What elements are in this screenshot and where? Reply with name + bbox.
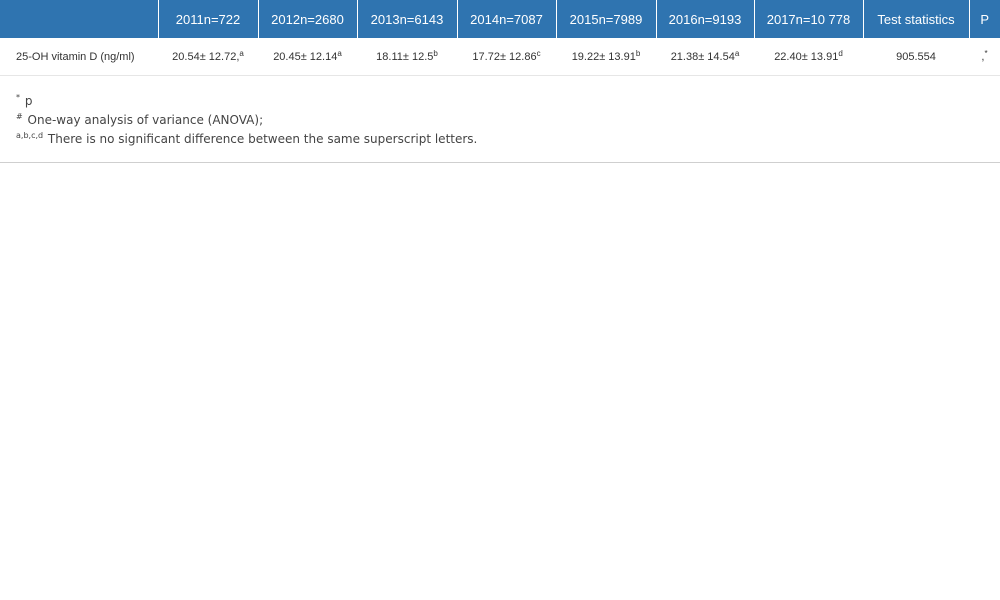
- cell-2012: 20.45± 12.14a: [258, 38, 357, 76]
- cell-2014: 17.72± 12.86c: [457, 38, 556, 76]
- cell-superscript: b: [433, 48, 438, 58]
- footnote-mark: a,b,c,d: [16, 131, 44, 140]
- footnote-text: There is no significant difference betwe…: [47, 132, 478, 146]
- footnote-mark: *: [16, 93, 20, 102]
- header-2011: 2011n=722: [158, 0, 259, 38]
- header-2012: 2012n=2680: [258, 0, 358, 38]
- header-2016: 2016n=9193: [656, 0, 755, 38]
- cell-superscript: a: [239, 48, 244, 58]
- cell-value: 18.11± 12.5: [376, 50, 434, 63]
- cell-value: 21.38± 14.54: [670, 50, 735, 63]
- cell-2013: 18.11± 12.5b: [357, 38, 457, 76]
- cell-superscript: a: [734, 48, 740, 58]
- cell-value: 19.22± 13.91: [571, 50, 636, 63]
- cell-superscript: d: [838, 48, 843, 58]
- footnote-anova: # One-way analysis of variance (ANOVA);: [16, 111, 1000, 130]
- cell-p: ,*: [969, 38, 1000, 76]
- table-footnotes: * p # One-way analysis of variance (ANOV…: [0, 76, 1000, 163]
- cell-value: 17.72± 12.86: [472, 50, 537, 63]
- cell-superscript: b: [635, 48, 641, 58]
- data-table: 2011n=722 2012n=2680 2013n=6143 2014n=70…: [0, 0, 1000, 76]
- cell-superscript: c: [536, 48, 541, 58]
- header-2013: 2013n=6143: [357, 0, 458, 38]
- header-row: 2011n=722 2012n=2680 2013n=6143 2014n=70…: [0, 0, 1000, 38]
- footnote-text: One-way analysis of variance (ANOVA);: [27, 113, 264, 127]
- header-2017: 2017n=10 778: [754, 0, 864, 38]
- cell-value: 22.40± 13.91: [774, 50, 839, 63]
- table-row: 25-OH vitamin D (ng/ml) 20.54± 12.72,a 2…: [0, 38, 1000, 76]
- cell-value: 20.54± 12.72,: [172, 50, 240, 63]
- footnote-text: p: [24, 94, 33, 108]
- cell-2011: 20.54± 12.72,a: [158, 38, 258, 76]
- footnote-mark: #: [16, 112, 23, 121]
- cell-test-statistics: 905.554: [863, 38, 969, 76]
- header-blank-cell: [0, 0, 159, 38]
- cell-2017: 22.40± 13.91d: [754, 38, 863, 76]
- cell-value: 905.554: [896, 50, 936, 63]
- cell-2016: 21.38± 14.54a: [656, 38, 754, 76]
- cell-2015: 19.22± 13.91b: [556, 38, 656, 76]
- row-label: 25-OH vitamin D (ng/ml): [0, 38, 158, 76]
- header-p: P: [969, 0, 1000, 38]
- cell-superscript: *: [984, 48, 988, 58]
- footnote-superscript-letters: a,b,c,d There is no significant differen…: [16, 130, 1000, 149]
- header-2015: 2015n=7989: [556, 0, 657, 38]
- cell-value: 20.45± 12.14: [273, 50, 338, 63]
- footnote-p: * p: [16, 92, 1000, 111]
- header-2014: 2014n=7087: [457, 0, 557, 38]
- header-test-statistics: Test statistics: [863, 0, 970, 38]
- cell-superscript: a: [337, 48, 342, 58]
